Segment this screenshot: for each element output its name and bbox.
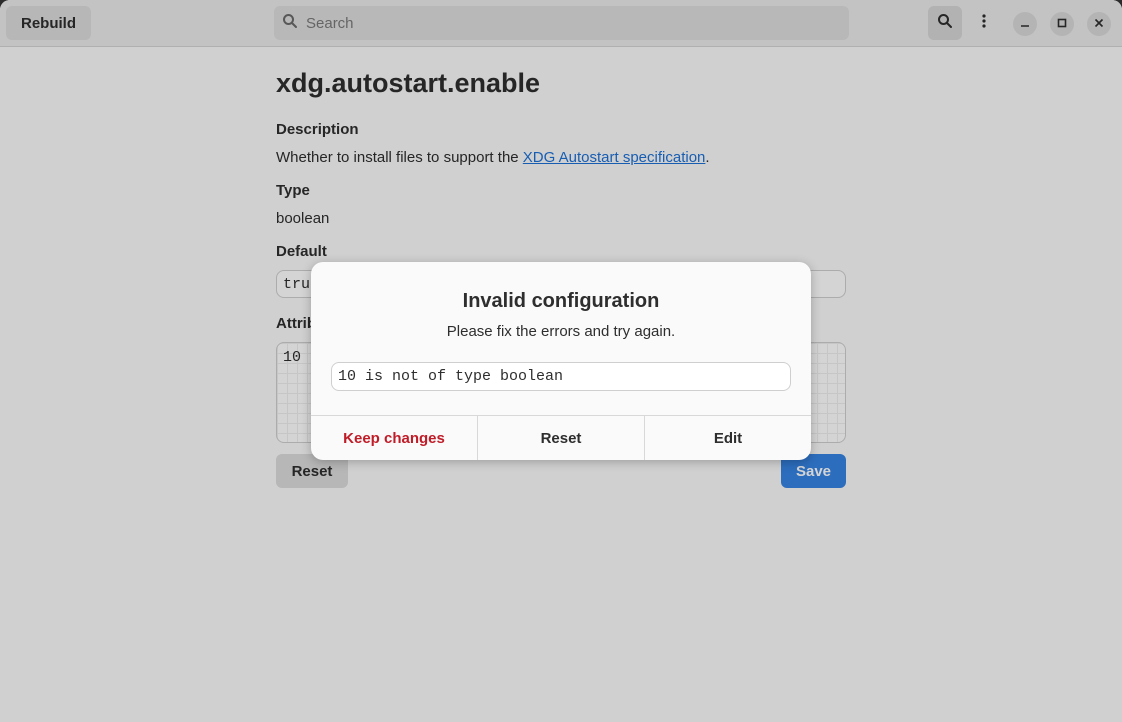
invalid-config-dialog: Invalid configuration Please fix the err… <box>311 262 811 460</box>
dialog-reset-button[interactable]: Reset <box>478 416 645 460</box>
dialog-message: Please fix the errors and try again. <box>446 323 676 340</box>
dialog-title: Invalid configuration <box>462 290 660 312</box>
keep-changes-button[interactable]: Keep changes <box>311 416 478 460</box>
edit-button[interactable]: Edit <box>645 416 811 460</box>
dialog-actions: Keep changes Reset Edit <box>311 415 811 460</box>
error-message-box: 10 is not of type boolean <box>331 362 791 391</box>
app-window: Rebuild Search xdg.autostart.enable Desc… <box>0 0 1122 722</box>
